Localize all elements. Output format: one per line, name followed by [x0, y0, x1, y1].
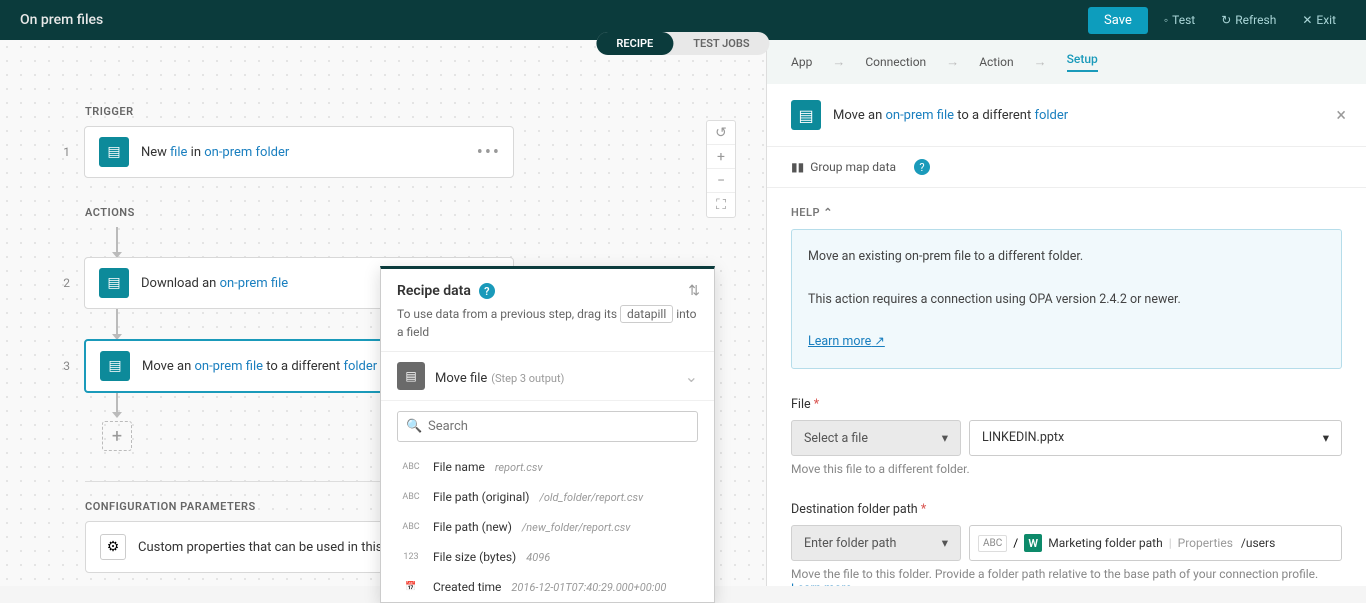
tab-app[interactable]: App — [791, 55, 812, 69]
help-icon[interactable]: ? — [914, 159, 930, 175]
recipe-data-panel: Recipe data? ⇅ To use data from a previo… — [380, 266, 715, 603]
undo-icon[interactable]: ↺ — [707, 121, 735, 145]
recipe-data-subtitle: To use data from a previous step, drag i… — [397, 305, 698, 341]
panel-breadcrumb: App → Connection → Action → Setup — [767, 40, 1366, 84]
datapill-item[interactable]: 📅Created time 2016-12-01T07:40:29.000+00… — [381, 572, 714, 602]
panel-toolbar: ▮▮Group map data ? — [767, 147, 1366, 188]
files-icon: ▤ — [397, 362, 425, 390]
file-mode-select[interactable]: Select a file▾ — [791, 420, 961, 456]
tab-connection[interactable]: Connection — [865, 55, 926, 69]
files-icon: ▤ — [791, 100, 821, 130]
connector-line — [116, 227, 118, 257]
expand-icon[interactable]: ⇅ — [688, 283, 700, 299]
data-search: 🔍 — [397, 411, 698, 442]
chevron-down-icon: ▾ — [1323, 430, 1329, 446]
connector-line — [116, 393, 118, 417]
trigger-section-label: TRIGGER — [85, 105, 766, 118]
config-desc: Custom properties that can be used in th… — [138, 540, 414, 555]
zoom-in-icon[interactable]: + — [707, 145, 735, 169]
files-icon: ▤ — [99, 268, 129, 298]
save-button[interactable]: Save — [1088, 7, 1148, 34]
datapill-item[interactable]: ABCFile path (new) /new_folder/report.cs… — [381, 512, 714, 542]
header-actions: Save ◦Test ↻Refresh ✕Exit — [1088, 7, 1346, 34]
chevron-down-icon: ⌄ — [685, 367, 698, 386]
dest-hint: Move the file to this folder. Provide a … — [791, 567, 1342, 586]
step-text: Download an on-prem file — [141, 276, 288, 291]
arrow-icon: → — [1034, 54, 1047, 70]
file-value-select[interactable]: LINKEDIN.pptx▾ — [969, 420, 1342, 456]
files-icon: ▤ — [100, 351, 130, 381]
more-icon[interactable]: ••• — [477, 142, 501, 163]
help-box: Move an existing on-prem file to a diffe… — [791, 229, 1342, 369]
test-button[interactable]: ◦Test — [1154, 9, 1205, 31]
mode-recipe[interactable]: RECIPE — [596, 32, 673, 55]
gear-icon: ⚙ — [100, 534, 126, 560]
trigger-card[interactable]: ▤ New file in on-prem folder ••• — [84, 126, 514, 178]
dest-mode-select[interactable]: Enter folder path▾ — [791, 525, 961, 561]
learn-more-link[interactable]: Learn more — [791, 581, 852, 586]
group-map-toggle[interactable]: ▮▮Group map data — [791, 160, 896, 174]
step-number: 3 — [60, 359, 70, 373]
mode-test-jobs[interactable]: TEST JOBS — [673, 32, 769, 55]
page-title: On prem files — [20, 12, 103, 28]
recipe-canvas: ↺ + − ⛶ TRIGGER 1 ▤ New file in on-prem … — [0, 40, 766, 586]
add-step-button[interactable]: + — [102, 421, 132, 451]
connector-line — [116, 309, 118, 339]
calendar-icon: 📅 — [399, 582, 423, 592]
step-number: 2 — [60, 276, 70, 290]
panel-title-row: ▤ Move an on-prem file to a different fo… — [767, 84, 1366, 147]
datapill-item[interactable]: ABCFile path (original) /old_folder/repo… — [381, 482, 714, 512]
datapill-item[interactable]: 123File size (bytes) 4096 — [381, 542, 714, 572]
canvas-toolbox: ↺ + − ⛶ — [706, 120, 736, 218]
trigger-text: New file in on-prem folder — [141, 145, 289, 160]
search-icon: 🔍 — [406, 419, 422, 434]
exit-button[interactable]: ✕Exit — [1292, 9, 1346, 31]
step-text: Move an on-prem file to a different fold… — [142, 359, 377, 374]
close-icon[interactable]: × — [1336, 105, 1346, 126]
dest-field-label: Destination folder path * — [791, 502, 1342, 517]
help-icon[interactable]: ? — [479, 283, 495, 299]
tab-action[interactable]: Action — [979, 55, 1013, 69]
chevron-up-icon: ⌃ — [823, 206, 833, 219]
panel-body: HELP ⌃ Move an existing on-prem file to … — [767, 188, 1366, 586]
arrow-icon: → — [946, 54, 959, 70]
search-input[interactable] — [397, 411, 698, 442]
zoom-out-icon[interactable]: − — [707, 169, 735, 193]
learn-more-link[interactable]: Learn more ↗ — [808, 334, 885, 349]
setup-panel: App → Connection → Action → Setup ▤ Move… — [766, 40, 1366, 586]
help-toggle[interactable]: HELP ⌃ — [791, 206, 1342, 219]
arrow-icon: → — [832, 54, 845, 70]
actions-section-label: ACTIONS — [85, 206, 766, 219]
files-icon: ▤ — [99, 137, 129, 167]
chevron-down-icon: ▾ — [942, 535, 948, 551]
dest-path-input[interactable]: ABC / W Marketing folder path | Properti… — [969, 525, 1342, 561]
type-badge: ABC — [978, 535, 1007, 552]
step-number: 1 — [60, 145, 70, 159]
fit-icon[interactable]: ⛶ — [707, 193, 735, 217]
chevron-down-icon: ▾ — [942, 430, 948, 446]
connector-chip-icon: W — [1024, 534, 1042, 552]
datapill-item[interactable]: ABCFile name report.csv — [381, 452, 714, 482]
map-icon: ▮▮ — [791, 160, 804, 174]
recipe-data-title: Recipe data — [397, 283, 471, 299]
tab-setup[interactable]: Setup — [1067, 52, 1098, 72]
file-field-label: File * — [791, 397, 1342, 412]
panel-title-text: Move an on-prem file to a different fold… — [833, 108, 1068, 123]
refresh-button[interactable]: ↻Refresh — [1211, 9, 1286, 31]
file-hint: Move this file to a different folder. — [791, 462, 1342, 476]
data-step-row[interactable]: ▤ Move file (Step 3 output) ⌄ — [381, 352, 714, 401]
mode-toggle: RECIPE TEST JOBS — [596, 32, 769, 55]
